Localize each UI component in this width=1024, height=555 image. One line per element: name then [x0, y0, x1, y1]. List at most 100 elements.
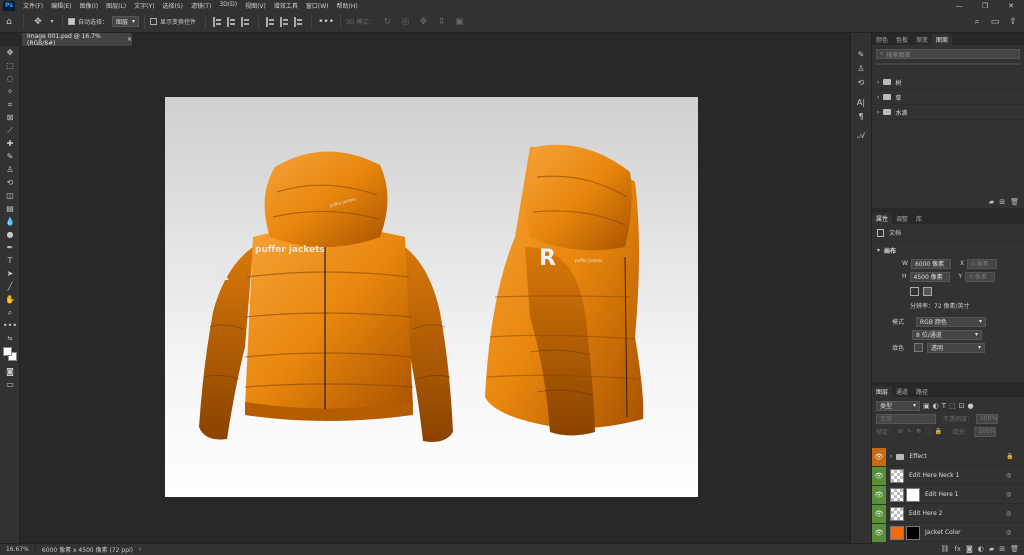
- menu-item[interactable]: 图像(I): [76, 1, 102, 10]
- patterns-panel-tab[interactable]: 渐变: [912, 34, 932, 45]
- brush-settings-icon[interactable]: ✎: [851, 47, 871, 61]
- blend-mode-dropdown[interactable]: 正常: [876, 413, 936, 424]
- menu-item[interactable]: 3D(D): [215, 1, 241, 10]
- move-tool-icon[interactable]: ✥: [0, 46, 20, 59]
- more-options-icon[interactable]: •••: [318, 15, 334, 29]
- fill-dropdown[interactable]: 透明 ▾: [927, 342, 986, 353]
- document-tab[interactable]: Image 001.psd @ 16.7%(RGB/8#) ×: [22, 33, 132, 47]
- lock-pixels-icon[interactable]: ⊞: [898, 428, 903, 435]
- clone-stamp-tool-icon[interactable]: ♙: [0, 163, 20, 176]
- properties-panel-tab[interactable]: 调整: [892, 213, 912, 224]
- lock-all-icon[interactable]: 🔒: [935, 428, 942, 435]
- eye-icon[interactable]: 👁: [872, 467, 886, 485]
- crop-tool-icon[interactable]: ⌗: [0, 98, 20, 111]
- align-top-icon[interactable]: [266, 16, 276, 27]
- healing-brush-tool-icon[interactable]: ✚: [0, 137, 20, 150]
- orientation-portrait-icon[interactable]: [910, 286, 919, 296]
- pattern-group[interactable]: › 草: [872, 90, 1024, 105]
- 3d-scale-icon[interactable]: ▣: [452, 15, 466, 29]
- 3d-roll-icon[interactable]: ◎: [398, 15, 412, 29]
- swap-colors-icon[interactable]: ⇆: [0, 332, 20, 345]
- minimize-button[interactable]: —: [946, 0, 972, 11]
- layer-row[interactable]: 👁 › Effect 🔒: [872, 448, 1024, 466]
- path-selection-tool-icon[interactable]: ➤: [0, 267, 20, 280]
- share-icon[interactable]: ⇪: [1006, 15, 1020, 29]
- line-tool-icon[interactable]: ╱: [0, 280, 20, 293]
- align-bottom-icon[interactable]: [294, 16, 304, 27]
- pen-tool-icon[interactable]: ✒: [0, 241, 20, 254]
- lock-position-icon[interactable]: ✥: [916, 428, 921, 435]
- patterns-panel-tab[interactable]: 色板: [892, 34, 912, 45]
- fill-field[interactable]: 100%: [974, 426, 997, 437]
- dodge-tool-icon[interactable]: ●: [0, 228, 20, 241]
- add-mask-icon[interactable]: ◙: [966, 545, 973, 553]
- canvas-area[interactable]: R puffer jackets puffer jackets R puffer…: [20, 46, 850, 543]
- align-left-icon[interactable]: [213, 16, 223, 27]
- quick-mask-icon[interactable]: ◙: [0, 365, 20, 378]
- character-icon[interactable]: A|: [851, 95, 871, 109]
- marquee-tool-icon[interactable]: ⬚: [0, 59, 20, 72]
- filter-pixel-icon[interactable]: ▣: [923, 402, 930, 410]
- search-icon[interactable]: ⌕: [970, 15, 984, 29]
- document-canvas[interactable]: R puffer jackets puffer jackets R puffer…: [165, 97, 698, 497]
- bit-depth-dropdown[interactable]: 8 位/通道 ▾: [912, 329, 982, 340]
- frame-tool-icon[interactable]: ⊠: [0, 111, 20, 124]
- zoom-tool-icon[interactable]: ⌕: [0, 306, 20, 319]
- layer-row[interactable]: 👁 Edit Here 2 ◎: [872, 505, 1024, 523]
- menu-item[interactable]: 帮助(H): [333, 1, 362, 10]
- delete-layer-icon[interactable]: 🗑: [1010, 545, 1019, 553]
- layer-row[interactable]: 👁 Jacket Color ◎: [872, 524, 1024, 542]
- width-field[interactable]: 6000 像素: [910, 258, 951, 269]
- smart-filter-icon[interactable]: ◎: [1006, 472, 1020, 479]
- layers-panel-tab[interactable]: 通道: [892, 386, 912, 397]
- filter-shape-icon[interactable]: ⬚: [949, 402, 956, 410]
- eye-icon[interactable]: 👁: [872, 448, 886, 466]
- chevron-down-icon[interactable]: ▾: [877, 247, 880, 254]
- patterns-panel-tab[interactable]: 颜色: [872, 34, 892, 45]
- layer-style-icon[interactable]: fx: [954, 545, 961, 553]
- close-window-button[interactable]: ✕: [998, 0, 1024, 11]
- color-swatches[interactable]: [0, 345, 20, 365]
- properties-panel-tab[interactable]: 库: [912, 213, 926, 224]
- lasso-tool-icon[interactable]: ◌: [0, 72, 20, 85]
- type-tool-icon[interactable]: T: [0, 254, 20, 267]
- patterns-panel-tab[interactable]: 图案: [932, 34, 953, 45]
- menu-item[interactable]: 选择(S): [158, 1, 187, 10]
- auto-select-checkbox[interactable]: [68, 18, 75, 25]
- clone-source-icon[interactable]: ♙: [851, 61, 871, 75]
- hand-tool-icon[interactable]: ✋: [0, 293, 20, 306]
- link-layers-icon[interactable]: ⛓: [940, 545, 949, 553]
- menu-item[interactable]: 文字(Y): [130, 1, 158, 10]
- auto-select-dropdown[interactable]: 图层 ▾: [112, 16, 140, 27]
- menu-item[interactable]: 文件(F): [19, 1, 47, 10]
- menu-item[interactable]: 视图(V): [241, 1, 270, 10]
- layers-panel-tab[interactable]: 图层: [872, 386, 893, 397]
- opacity-field[interactable]: 100%: [976, 413, 999, 424]
- x-field[interactable]: 0 像素: [967, 258, 998, 269]
- smart-filter-icon[interactable]: ◎: [1006, 529, 1020, 536]
- history-brush-tool-icon[interactable]: ⟲: [0, 176, 20, 189]
- menu-item[interactable]: 编辑(E): [47, 1, 75, 10]
- brush-tool-icon[interactable]: ✎: [0, 150, 20, 163]
- chevron-right-icon[interactable]: ›: [877, 109, 879, 116]
- menu-item[interactable]: 滤镜(T): [187, 1, 215, 10]
- zoom-level[interactable]: 16.67%: [0, 546, 36, 553]
- paragraph-icon[interactable]: ¶: [851, 109, 871, 123]
- glyphs-icon[interactable]: 𝒜: [851, 129, 871, 143]
- eye-icon[interactable]: 👁: [872, 505, 886, 523]
- filter-type-icon[interactable]: T: [942, 402, 946, 410]
- y-field[interactable]: 0 像素: [965, 271, 996, 282]
- gradient-tool-icon[interactable]: ▤: [0, 202, 20, 215]
- align-center-icon[interactable]: [227, 16, 237, 27]
- properties-panel-tab[interactable]: 属性: [872, 213, 893, 224]
- filter-toggle-icon[interactable]: ●: [968, 402, 974, 410]
- smart-filter-icon[interactable]: ◎: [1006, 510, 1020, 517]
- more-tools-icon[interactable]: •••: [0, 319, 20, 332]
- eye-icon[interactable]: 👁: [872, 524, 886, 542]
- chevron-down-icon[interactable]: ▾: [49, 15, 55, 29]
- eyedropper-tool-icon[interactable]: ⟋: [0, 124, 20, 137]
- show-transform-checkbox[interactable]: [150, 18, 158, 25]
- pattern-group[interactable]: › 树: [872, 75, 1024, 90]
- maximize-button[interactable]: ❐: [972, 0, 998, 11]
- lock-artboard-icon[interactable]: ⬚: [925, 428, 931, 435]
